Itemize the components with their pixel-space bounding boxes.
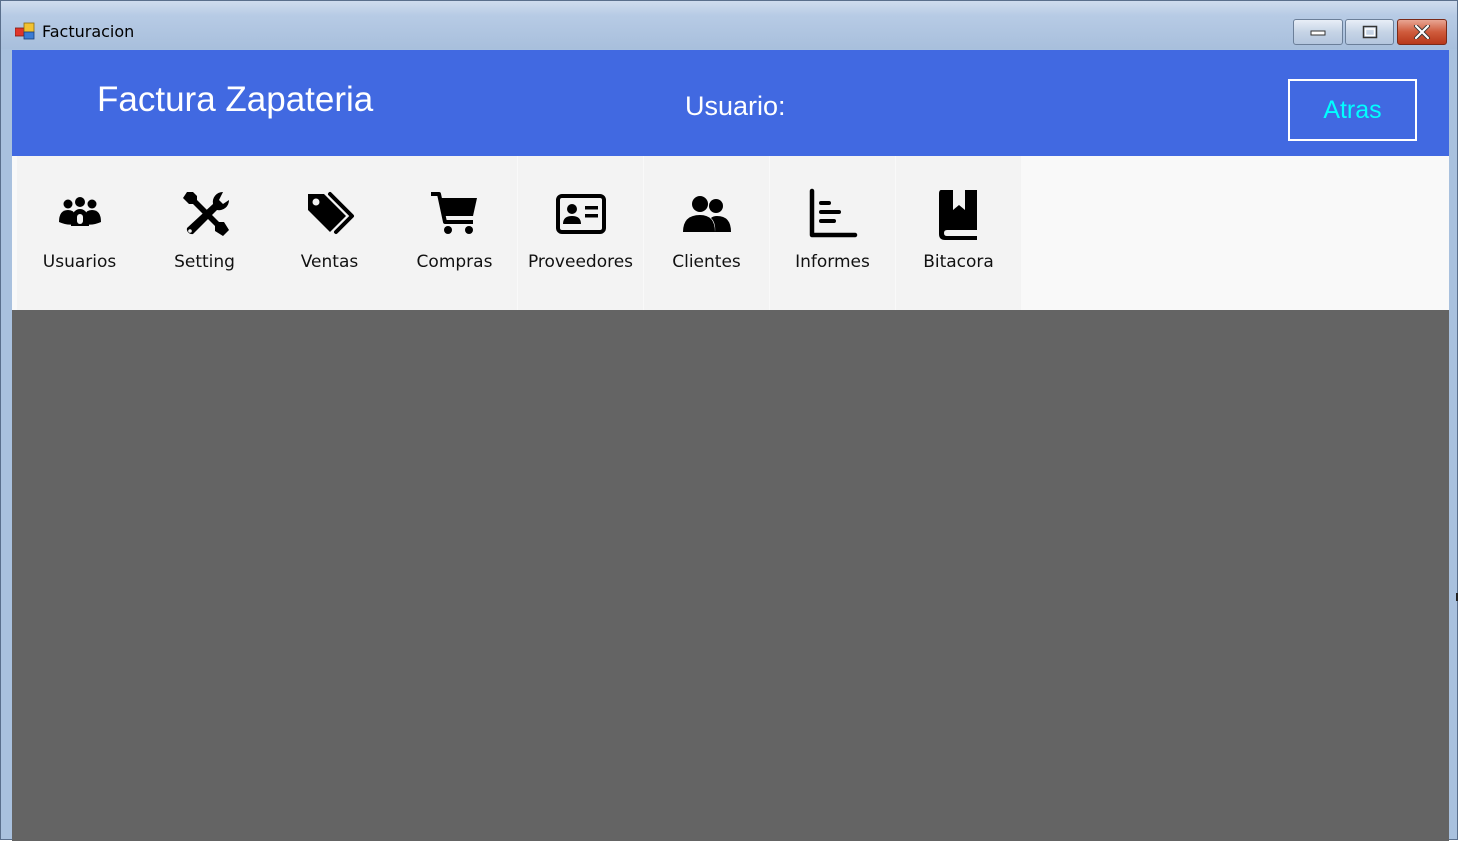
book-icon: [939, 190, 977, 240]
menu-item-label: Usuarios: [42, 252, 117, 272]
user-friends-icon: [683, 196, 731, 232]
back-button[interactable]: Atras: [1288, 79, 1417, 141]
menu-item-label: Proveedores: [527, 252, 634, 272]
menu-item-label: Clientes: [672, 252, 741, 272]
menu-item-usuarios[interactable]: Usuarios: [17, 156, 142, 310]
maximize-button[interactable]: [1345, 19, 1394, 45]
menu-item-setting[interactable]: Setting: [142, 156, 267, 310]
user-label: Usuario:: [685, 91, 786, 121]
menu-item-label: Compras: [416, 252, 493, 272]
app-window: Facturacion Factura Zapateria Usuario: A…: [0, 0, 1458, 841]
maximize-icon: [1362, 25, 1377, 39]
menu-item-clientes[interactable]: Clientes: [644, 156, 769, 310]
title-bar[interactable]: Facturacion: [1, 1, 1457, 49]
client-area: Factura Zapateria Usuario: Atras Usuario…: [12, 50, 1449, 841]
tools-icon: [183, 191, 230, 236]
id-card-icon: [556, 194, 606, 234]
menu-item-informes[interactable]: Informes: [770, 156, 895, 310]
minimize-button[interactable]: [1293, 19, 1343, 45]
tags-icon: [308, 192, 354, 234]
menu-item-label: Bitacora: [923, 252, 994, 272]
users-group-icon: [59, 197, 101, 226]
close-icon: [1414, 25, 1430, 39]
minimize-icon: [1310, 30, 1326, 36]
app-windows-icon: [15, 22, 35, 40]
menu-item-compras[interactable]: Compras: [392, 156, 517, 310]
chart-bars-icon: [809, 188, 858, 238]
menu-item-proveedores[interactable]: Proveedores: [518, 156, 643, 310]
shopping-cart-icon: [431, 192, 477, 234]
close-button[interactable]: [1397, 19, 1447, 45]
menu-item-label: Ventas: [300, 252, 359, 272]
menu-item-label: Setting: [174, 252, 235, 272]
menu-toolbar: Usuarios Setting Ventas Compras Proveedo…: [12, 156, 1449, 310]
header-panel: Factura Zapateria Usuario: Atras: [12, 50, 1449, 156]
page-title: Factura Zapateria: [97, 80, 374, 119]
menu-item-bitacora[interactable]: Bitacora: [896, 156, 1021, 310]
menu-item-ventas[interactable]: Ventas: [267, 156, 392, 310]
menu-item-label: Informes: [795, 252, 870, 272]
main-content-area: [12, 310, 1449, 841]
window-title: Facturacion: [42, 22, 135, 41]
